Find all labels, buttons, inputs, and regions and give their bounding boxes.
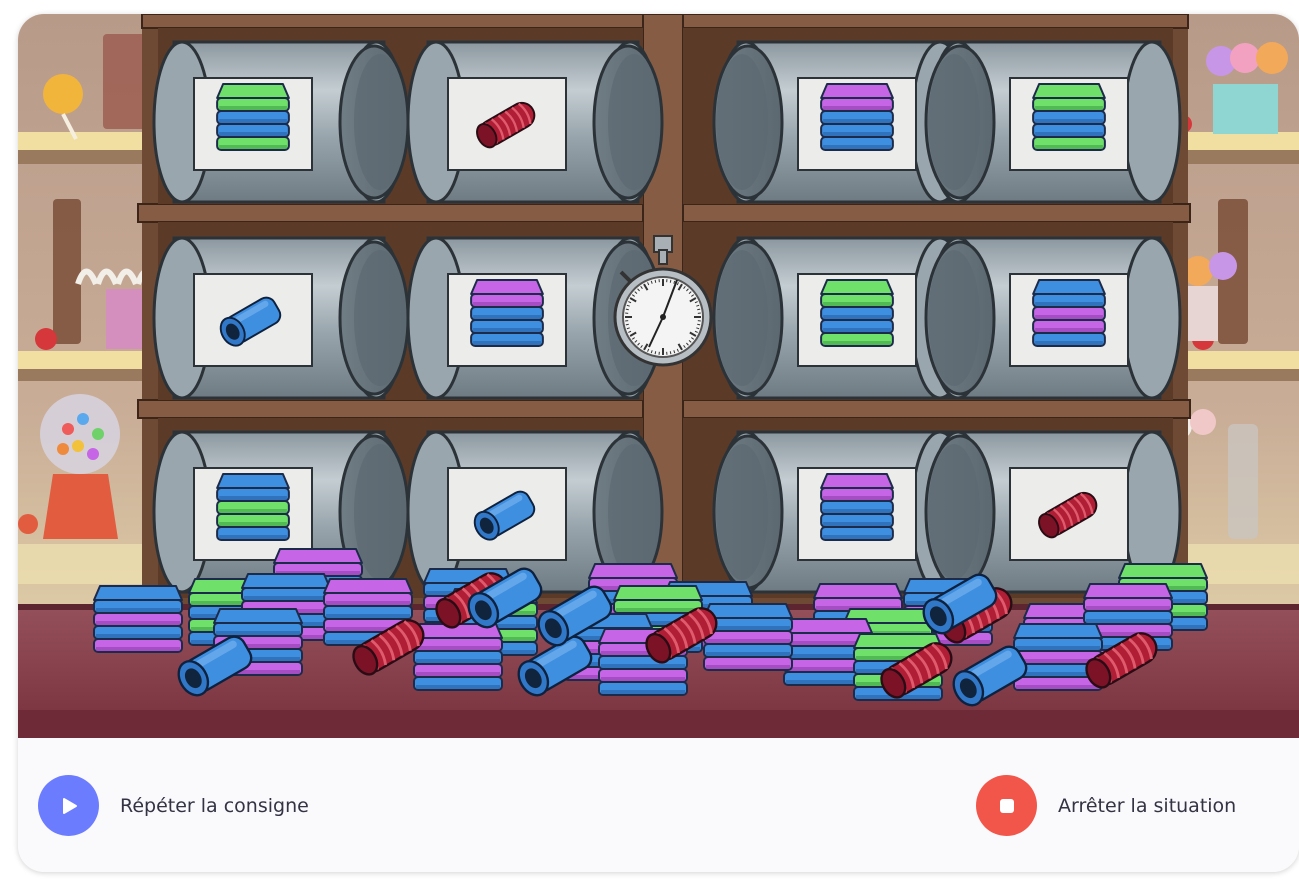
candy-jar[interactable] bbox=[924, 40, 1182, 204]
candy-jar[interactable] bbox=[152, 40, 410, 204]
repeat-instruction-label[interactable]: Répéter la consigne bbox=[120, 795, 309, 817]
pile-candy-cube[interactable] bbox=[1013, 623, 1103, 691]
stop-situation-label[interactable]: Arrêter la situation bbox=[1058, 795, 1236, 817]
control-bar: Répéter la consigne Arrêter la situation bbox=[18, 738, 1299, 872]
candy-shop-illustration[interactable] bbox=[18, 14, 1299, 738]
purple-blue-layered-cube-icon bbox=[820, 473, 894, 541]
pile-candy-cube[interactable] bbox=[413, 623, 503, 691]
purple-blue-layered-cube-icon bbox=[470, 279, 544, 347]
green-blue-layered-cube-icon bbox=[1032, 83, 1106, 151]
purple-blue-layered-cube-icon bbox=[820, 83, 894, 151]
stop-situation-button[interactable]: Arrêter la situation bbox=[976, 775, 1236, 836]
play-icon[interactable] bbox=[38, 775, 99, 836]
repeat-instruction-button[interactable]: Répéter la consigne bbox=[38, 775, 309, 836]
candy-jar[interactable] bbox=[924, 236, 1182, 400]
green-blue-layered-cube-icon bbox=[216, 83, 290, 151]
blue-green-layered-cube-icon bbox=[216, 473, 290, 541]
pile-candy-cube[interactable] bbox=[93, 585, 183, 653]
game-scene[interactable] bbox=[18, 14, 1299, 738]
game-card: Répéter la consigne Arrêter la situation bbox=[18, 14, 1299, 872]
candy-jar[interactable] bbox=[406, 40, 664, 204]
stop-icon[interactable] bbox=[976, 775, 1037, 836]
green-blue-layered-cube-icon bbox=[820, 279, 894, 347]
blue-purple-layered-cube-icon bbox=[1032, 279, 1106, 347]
pile-candy-cube[interactable] bbox=[703, 603, 793, 671]
candy-jar[interactable] bbox=[152, 236, 410, 400]
